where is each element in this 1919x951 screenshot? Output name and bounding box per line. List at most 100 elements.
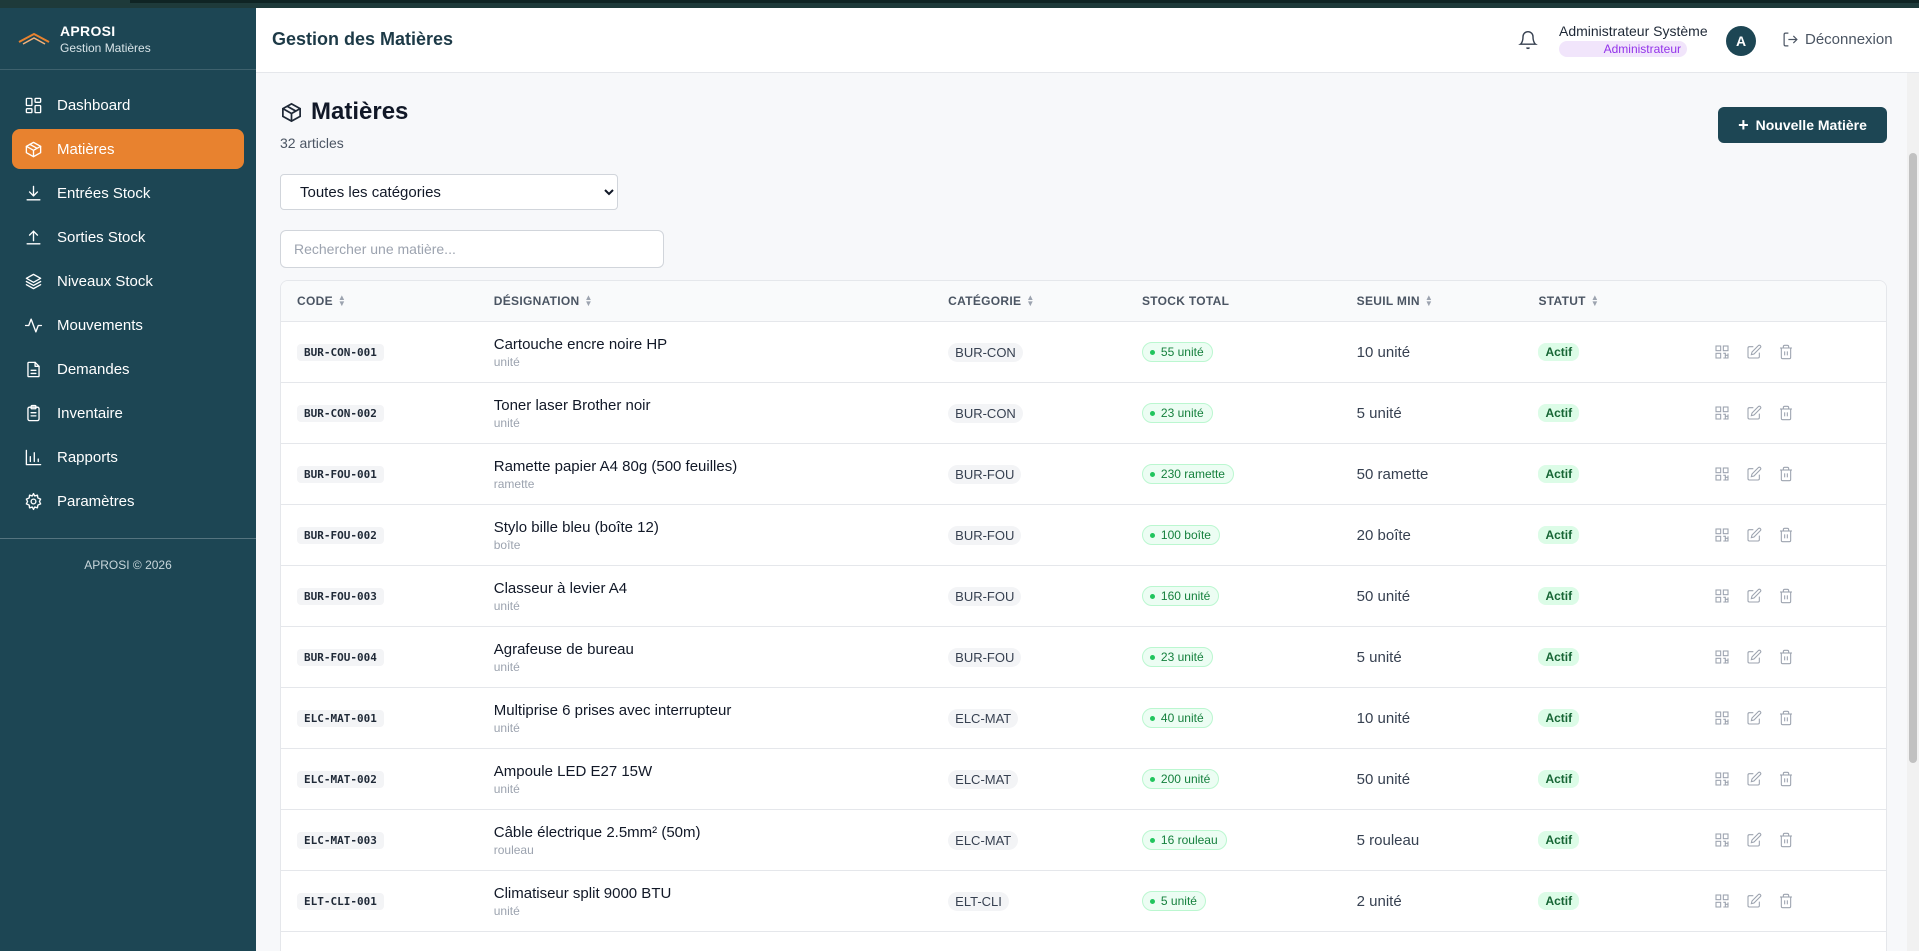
- sidebar-item-mouvements[interactable]: Mouvements: [12, 305, 244, 345]
- row-actions: [1687, 710, 1886, 726]
- trash-icon[interactable]: [1778, 710, 1794, 726]
- bell-icon[interactable]: [1518, 30, 1538, 50]
- designation-name: Agrafeuse de bureau: [493, 640, 634, 658]
- trash-icon[interactable]: [1778, 405, 1794, 421]
- qr-code-icon[interactable]: [1714, 771, 1730, 787]
- edit-icon[interactable]: [1746, 588, 1762, 604]
- edit-icon[interactable]: [1746, 893, 1762, 909]
- edit-icon[interactable]: [1746, 344, 1762, 360]
- sort-icon: ▲ ▼: [584, 293, 593, 308]
- code-cell: BUR-FOU-003: [281, 587, 478, 605]
- trash-icon[interactable]: [1778, 588, 1794, 604]
- category-cell: BUR-FOU: [932, 464, 1126, 484]
- trash-icon[interactable]: [1778, 771, 1794, 787]
- stock-badge: 23 unité: [1141, 403, 1213, 424]
- table-row[interactable]: BUR-FOU-002 Stylo bille bleu (boîte 12) bo…: [281, 505, 1886, 566]
- edit-icon[interactable]: [1746, 771, 1762, 787]
- edit-icon[interactable]: [1746, 527, 1762, 543]
- stock-badge: 55 unité: [1141, 342, 1213, 363]
- column-header-designation[interactable]: DÉSIGNATION ▲ ▼: [478, 293, 932, 309]
- status-cell: Actif: [1522, 709, 1687, 727]
- stock-cell: 40 unité: [1126, 708, 1341, 729]
- column-header-statut[interactable]: STATUT ▲ ▼: [1522, 294, 1687, 309]
- trash-icon[interactable]: [1778, 832, 1794, 848]
- category-cell: ELC-MAT: [932, 708, 1126, 728]
- brand[interactable]: APROSI Gestion Matières: [0, 8, 256, 70]
- stock-value: 230 ramette: [1160, 467, 1225, 482]
- category-cell: ELT-CLI: [932, 891, 1126, 911]
- sidebar-item-rapports[interactable]: Rapports: [12, 437, 244, 477]
- table-row[interactable]: BUR-FOU-004 Agrafeuse de bureau unité BUR-F…: [281, 627, 1886, 688]
- sidebar-item-sorties-stock[interactable]: Sorties Stock: [12, 217, 244, 257]
- designation-cell: Climatiseur split 9000 BTU unité: [478, 885, 932, 918]
- status-badge: Actif: [1538, 709, 1580, 727]
- qr-code-icon[interactable]: [1714, 893, 1730, 909]
- table-body: BUR-CON-001 Cartouche encre noire HP unité…: [281, 322, 1886, 951]
- new-matiere-button[interactable]: + Nouvelle Matière: [1718, 107, 1887, 143]
- scrollbar-thumb[interactable]: [1909, 153, 1917, 763]
- category-badge: BUR-FOU: [948, 586, 1022, 606]
- sidebar-item-dashboard[interactable]: Dashboard: [12, 85, 244, 125]
- stock-value: 16 rouleau: [1160, 833, 1218, 848]
- table-row[interactable]: ELT-CLI-001 Climatiseur split 9000 BTU uni…: [281, 871, 1886, 932]
- edit-icon[interactable]: [1746, 649, 1762, 665]
- qr-code-icon[interactable]: [1714, 649, 1730, 665]
- category-cell: BUR-CON: [932, 342, 1126, 362]
- clipboard-icon: [27, 404, 40, 421]
- table-row[interactable]: ELC-MAT-003 Câble électrique 2.5mm² (50m)…: [281, 810, 1886, 871]
- sidebar-item-niveaux-stock[interactable]: Niveaux Stock: [12, 261, 244, 301]
- qr-code-icon[interactable]: [1714, 405, 1730, 421]
- stock-badge: 230 ramette: [1141, 464, 1234, 485]
- designation-name: Multiprise 6 prises avec interrupteur: [493, 701, 732, 719]
- column-header-categorie[interactable]: CATÉGORIE ▲ ▼: [932, 294, 1126, 309]
- qr-code-icon[interactable]: [1714, 466, 1730, 482]
- row-actions: [1687, 527, 1886, 543]
- qr-code-icon[interactable]: [1714, 344, 1730, 360]
- stock-cell: 230 ramette: [1126, 464, 1341, 485]
- sidebar-item-inventaire[interactable]: Inventaire: [12, 393, 244, 433]
- table-row[interactable]: ELC-MAT-002 Ampoule LED E27 15W unité ELC-M…: [281, 749, 1886, 810]
- designation-unit: ramette: [493, 476, 535, 491]
- category-cell: BUR-CON: [932, 403, 1126, 423]
- row-actions: [1687, 832, 1886, 848]
- trash-icon[interactable]: [1778, 344, 1794, 360]
- code-cell: BUR-CON-002: [281, 404, 478, 422]
- column-header-seuil-min[interactable]: SEUIL MIN ▲ ▼: [1341, 294, 1523, 309]
- trash-icon[interactable]: [1778, 466, 1794, 482]
- seuil-cell: 2 unité: [1356, 892, 1402, 910]
- code-badge: BUR-FOU-002: [297, 527, 384, 544]
- qr-code-icon[interactable]: [1714, 832, 1730, 848]
- trash-icon[interactable]: [1778, 893, 1794, 909]
- qr-code-icon[interactable]: [1714, 710, 1730, 726]
- sidebar-item-entrees-stock[interactable]: Entrées Stock: [12, 173, 244, 213]
- table-row[interactable]: BUR-FOU-003 Classeur à levier A4 unité BUR-…: [281, 566, 1886, 627]
- qr-code-icon[interactable]: [1714, 588, 1730, 604]
- sidebar-item-matieres[interactable]: Matières: [12, 129, 244, 169]
- edit-icon[interactable]: [1746, 466, 1762, 482]
- page-scrollbar[interactable]: [1907, 73, 1919, 951]
- edit-icon[interactable]: [1746, 405, 1762, 421]
- table-row[interactable]: BUR-FOU-001 Ramette papier A4 80g (500 fe…: [281, 444, 1886, 505]
- table-row[interactable]: BUR-CON-001 Cartouche encre noire HP unité…: [281, 322, 1886, 383]
- search-input[interactable]: [280, 230, 664, 268]
- category-badge: BUR-FOU: [948, 647, 1022, 667]
- table-row[interactable]: BUR-CON-002 Toner laser Brother noir unité…: [281, 383, 1886, 444]
- category-select[interactable]: Toutes les catégories: [280, 174, 618, 210]
- edit-icon[interactable]: [1746, 710, 1762, 726]
- column-header-stock-total: STOCK TOTAL: [1141, 294, 1230, 308]
- avatar[interactable]: A: [1726, 26, 1756, 56]
- logout-button[interactable]: Déconnexion: [1782, 31, 1893, 48]
- sidebar-item-demandes[interactable]: Demandes: [12, 349, 244, 389]
- column-header-code[interactable]: CODE ▲ ▼: [281, 294, 478, 309]
- qr-code-icon[interactable]: [1714, 527, 1730, 543]
- table-row[interactable]: [281, 932, 1886, 951]
- table-row[interactable]: ELC-MAT-001 Multiprise 6 prises avec inte…: [281, 688, 1886, 749]
- trash-icon[interactable]: [1778, 649, 1794, 665]
- sidebar-item-parametres[interactable]: Paramètres: [12, 481, 244, 521]
- row-actions: [1687, 405, 1886, 421]
- designation-name: Ampoule LED E27 15W: [493, 762, 653, 780]
- edit-icon[interactable]: [1746, 832, 1762, 848]
- stock-value: 160 unité: [1160, 589, 1211, 604]
- copyright: APROSI © 2026: [84, 558, 172, 572]
- trash-icon[interactable]: [1778, 527, 1794, 543]
